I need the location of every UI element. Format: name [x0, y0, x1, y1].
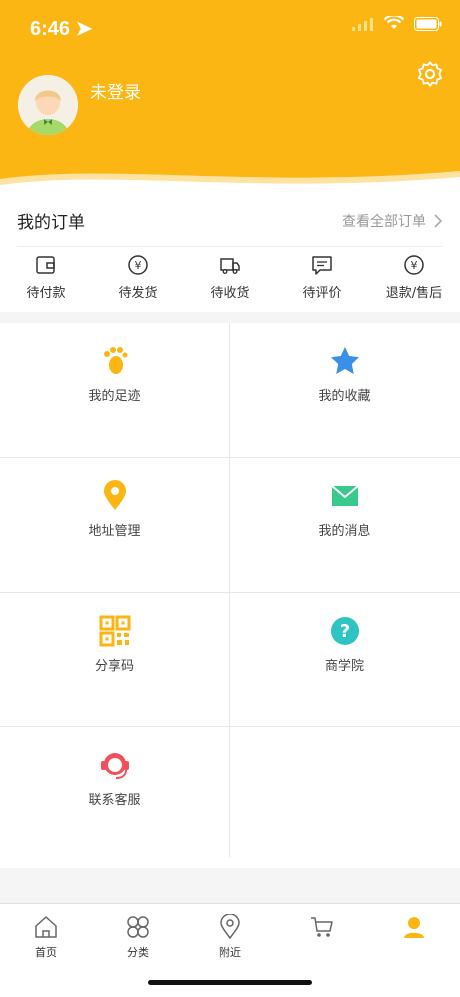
status-bar: 6:46 ➤ — [0, 0, 460, 56]
menu-customer-service[interactable]: 联系客服 — [0, 727, 229, 861]
tab-label: 附近 — [219, 946, 241, 959]
order-pending-shipment[interactable]: ¥ 待发货 — [92, 254, 184, 306]
qr-code-icon — [99, 615, 130, 647]
mail-icon — [330, 485, 359, 506]
menu-label: 我的足迹 — [88, 389, 141, 404]
user-icon — [404, 917, 424, 938]
question-icon: ? — [330, 617, 359, 645]
home-indicator — [148, 980, 312, 985]
menu-label: 联系客服 — [88, 793, 141, 808]
avatar[interactable] — [18, 75, 78, 135]
chevron-right-icon — [434, 214, 442, 228]
headset-icon — [100, 753, 129, 779]
status-icons — [352, 16, 442, 31]
order-pending-review[interactable]: 待评价 — [276, 254, 368, 306]
menu-footprint[interactable]: 我的足迹 — [0, 323, 229, 457]
tab-label: 首页 — [35, 946, 57, 959]
refund-icon: ¥ — [404, 255, 424, 275]
comment-icon — [312, 256, 332, 275]
order-item-label: 待付款 — [26, 286, 66, 301]
view-all-orders-label: 查看全部订单 — [342, 214, 426, 230]
tab-label: 分类 — [127, 946, 149, 959]
menu-favorites[interactable]: 我的收藏 — [230, 323, 459, 457]
wallet-icon — [36, 256, 55, 274]
orders-title: 我的订单 — [17, 213, 85, 233]
menu-share-code[interactable]: 分享码 — [0, 593, 229, 727]
menu-label: 地址管理 — [88, 524, 141, 539]
star-icon — [330, 347, 359, 374]
svg-text:?: ? — [339, 621, 349, 642]
cart-icon — [311, 917, 333, 937]
menu-label: 分享码 — [94, 659, 134, 674]
order-pending-payment[interactable]: 待付款 — [0, 254, 92, 306]
footprint-icon — [103, 347, 127, 374]
feature-grid: 我的足迹 我的收藏 地址管理 我的消息 分享码 ? 商学院 联系客服 — [0, 323, 460, 868]
wifi-icon — [384, 16, 404, 29]
order-pending-receipt[interactable]: 待收货 — [184, 254, 276, 306]
order-item-label: 待收货 — [210, 286, 250, 301]
order-item-label: 待评价 — [302, 286, 342, 301]
order-item-label: 退款/售后 — [385, 286, 443, 301]
menu-address[interactable]: 地址管理 — [0, 458, 229, 592]
login-status[interactable]: 未登录 — [90, 78, 141, 103]
signal-icon — [352, 17, 373, 31]
menu-business-school[interactable]: ? 商学院 — [230, 593, 459, 727]
orders-card: 我的订单 查看全部订单 待付款 ¥ 待发货 待收货 待评价 ¥ 退款/售后 — [0, 190, 460, 312]
view-all-orders-link[interactable]: 查看全部订单 — [342, 211, 442, 231]
order-item-label: 待发货 — [118, 286, 158, 301]
order-refund[interactable]: ¥ 退款/售后 — [368, 254, 460, 306]
divider — [17, 246, 443, 247]
tab-profile[interactable] — [368, 904, 460, 997]
battery-icon — [414, 16, 442, 31]
settings-gear-icon[interactable] — [416, 60, 444, 88]
truck-icon — [220, 258, 240, 274]
status-time: 6:46 ➤ — [30, 18, 93, 40]
avatar-illustration — [18, 75, 78, 135]
menu-label: 我的收藏 — [318, 389, 371, 404]
location-icon — [220, 914, 240, 940]
yen-circle-icon: ¥ — [128, 255, 148, 275]
svg-text:¥: ¥ — [135, 259, 142, 272]
menu-messages[interactable]: 我的消息 — [230, 458, 459, 592]
category-icon — [127, 916, 149, 938]
location-pin-icon — [103, 480, 126, 510]
home-icon — [35, 916, 57, 938]
svg-text:¥: ¥ — [411, 259, 418, 272]
menu-label: 商学院 — [324, 659, 364, 674]
order-status-list: 待付款 ¥ 待发货 待收货 待评价 ¥ 退款/售后 — [0, 254, 460, 306]
tab-home[interactable]: 首页 — [0, 904, 92, 997]
menu-label: 我的消息 — [318, 524, 371, 539]
